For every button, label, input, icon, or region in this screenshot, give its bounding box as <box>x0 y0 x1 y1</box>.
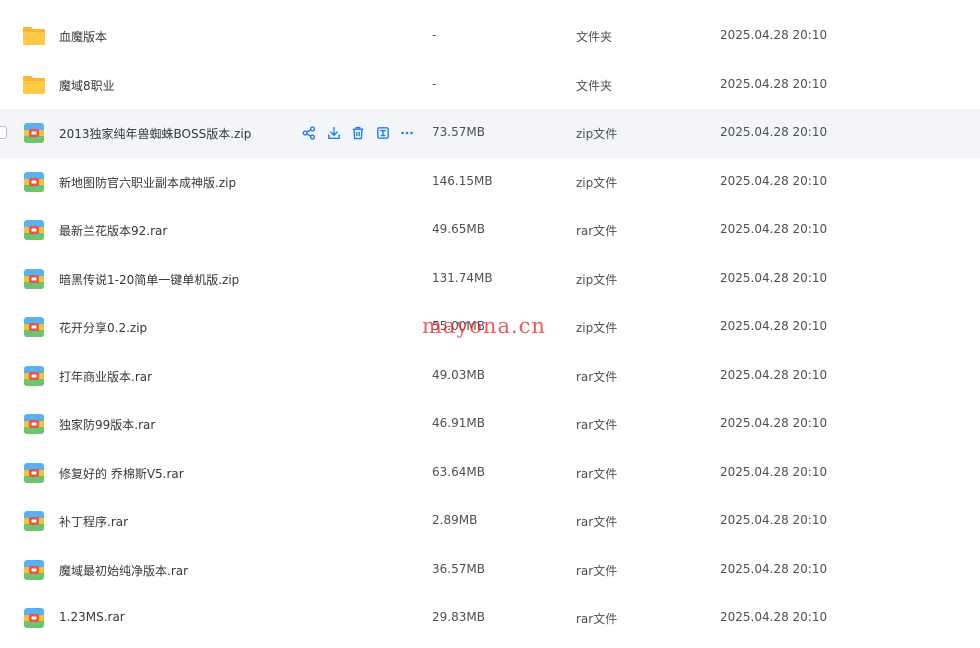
file-row[interactable]: 最新兰花版本92.rar 49.65MB rar文件 2025.04.28 20… <box>0 206 980 255</box>
file-type: zip文件 <box>576 321 618 335</box>
delete-icon[interactable] <box>349 124 367 142</box>
more-icon[interactable] <box>398 124 416 142</box>
file-row[interactable]: 补丁程序.rar 2.89MB rar文件 2025.04.28 20:10 <box>0 497 980 546</box>
file-date: 2025.04.28 20:10 <box>720 610 828 624</box>
file-type: zip文件 <box>576 272 618 287</box>
file-name[interactable]: 2013独家纯年兽蜘蛛BOSS版本.zip <box>59 125 251 142</box>
file-name[interactable]: 1.23MS.rar <box>59 610 125 624</box>
file-size: 2.89MB <box>432 513 478 527</box>
file-size: 46.91MB <box>432 416 485 430</box>
file-size: 131.74MB <box>432 270 493 285</box>
file-type: rar文件 <box>576 418 618 432</box>
file-type: zip文件 <box>576 127 618 141</box>
archive-icon <box>22 509 46 533</box>
file-date: 2025.04.28 20:10 <box>720 416 828 430</box>
archive-icon <box>22 364 46 388</box>
file-type: rar文件 <box>576 612 618 626</box>
file-date: 2025.04.28 20:10 <box>720 222 828 236</box>
file-date: 2025.04.28 20:10 <box>720 173 828 188</box>
file-type: zip文件 <box>576 175 618 190</box>
file-row[interactable]: 新地图防官六职业副本成神版.zip 146.15MB zip文件 2025.04… <box>0 158 980 207</box>
row-checkbox[interactable] <box>0 126 7 139</box>
archive-icon <box>22 606 46 630</box>
download-icon[interactable] <box>325 124 343 142</box>
file-size: 63.64MB <box>432 464 485 479</box>
file-size: 29.83MB <box>432 610 485 624</box>
file-size: 73.57MB <box>432 125 485 139</box>
rename-icon[interactable] <box>374 124 392 142</box>
share-icon[interactable] <box>300 124 318 142</box>
file-row[interactable]: 魔域最初始纯净版本.rar 36.57MB rar文件 2025.04.28 2… <box>0 546 980 595</box>
archive-icon <box>22 315 46 339</box>
archive-icon <box>22 121 46 145</box>
file-name[interactable]: 魔域最初始纯净版本.rar <box>59 562 188 579</box>
file-size: 146.15MB <box>432 173 493 188</box>
archive-icon <box>22 558 46 582</box>
file-name[interactable]: 打年商业版本.rar <box>59 368 152 385</box>
file-date: 2025.04.28 20:10 <box>720 513 828 527</box>
file-name[interactable]: 暗黑传说1-20简单一键单机版.zip <box>59 271 239 288</box>
file-name[interactable]: 新地图防官六职业副本成神版.zip <box>59 174 236 191</box>
file-type: rar文件 <box>576 224 618 238</box>
file-date: 2025.04.28 20:10 <box>720 125 828 139</box>
archive-icon <box>22 412 46 436</box>
file-date: 2025.04.28 20:10 <box>720 28 828 42</box>
file-name[interactable]: 独家防99版本.rar <box>59 416 155 433</box>
file-size: - <box>432 28 437 42</box>
file-size: 36.57MB <box>432 561 485 576</box>
file-row[interactable]: 打年商业版本.rar 49.03MB rar文件 2025.04.28 20:1… <box>0 352 980 401</box>
file-row[interactable]: 魔域8职业 - 文件夹 2025.04.28 20:10 <box>0 61 980 110</box>
file-type: rar文件 <box>576 466 618 481</box>
file-name[interactable]: 最新兰花版本92.rar <box>59 222 167 239</box>
folder-icon <box>22 73 46 97</box>
file-date: 2025.04.28 20:10 <box>720 464 828 479</box>
file-type: rar文件 <box>576 563 618 578</box>
file-size: 49.65MB <box>432 222 485 236</box>
archive-icon <box>22 218 46 242</box>
file-name[interactable]: 魔域8职业 <box>59 77 115 94</box>
watermark-text: mayona.cn <box>422 314 546 338</box>
file-date: 2025.04.28 20:10 <box>720 561 828 576</box>
folder-icon <box>22 24 46 48</box>
file-date: 2025.04.28 20:10 <box>720 319 828 333</box>
archive-icon <box>22 267 46 291</box>
row-actions <box>300 124 423 142</box>
file-size: 49.03MB <box>432 367 485 382</box>
file-date: 2025.04.28 20:10 <box>720 76 828 91</box>
file-row[interactable]: 1.23MS.rar 29.83MB rar文件 2025.04.28 20:1… <box>0 594 980 643</box>
file-type: 文件夹 <box>576 30 613 44</box>
archive-icon <box>22 170 46 194</box>
file-name[interactable]: 修复好的 乔棉斯V5.rar <box>59 465 184 482</box>
file-size: - <box>432 76 437 91</box>
file-type: rar文件 <box>576 515 618 529</box>
file-row[interactable]: 暗黑传说1-20简单一键单机版.zip 131.74MB zip文件 2025.… <box>0 255 980 304</box>
file-date: 2025.04.28 20:10 <box>720 367 828 382</box>
file-name[interactable]: 补丁程序.rar <box>59 513 128 530</box>
file-name[interactable]: 血魔版本 <box>59 28 107 45</box>
file-date: 2025.04.28 20:10 <box>720 270 828 285</box>
file-row[interactable]: 血魔版本 - 文件夹 2025.04.28 20:10 <box>0 12 980 61</box>
file-row[interactable]: 修复好的 乔棉斯V5.rar 63.64MB rar文件 2025.04.28 … <box>0 449 980 498</box>
archive-icon <box>22 461 46 485</box>
file-type: rar文件 <box>576 369 618 384</box>
file-name[interactable]: 花开分享0.2.zip <box>59 319 147 336</box>
file-row[interactable]: 独家防99版本.rar 46.91MB rar文件 2025.04.28 20:… <box>0 400 980 449</box>
file-type: 文件夹 <box>576 78 613 93</box>
file-row[interactable]: 2013独家纯年兽蜘蛛BOSS版本.zip 73.57MB zip文件 2025… <box>0 109 980 158</box>
